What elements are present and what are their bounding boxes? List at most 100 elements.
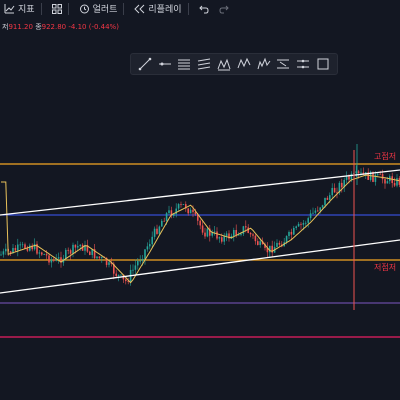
candle-body	[89, 251, 91, 255]
price-range-tool[interactable]	[295, 56, 311, 72]
candle-body	[187, 208, 189, 214]
trend-line-icon	[138, 57, 152, 71]
candle-body	[293, 227, 295, 235]
flat-top-bottom-tool[interactable]	[216, 56, 232, 72]
candle-body	[235, 230, 237, 235]
redo-icon	[219, 5, 229, 13]
candle-body	[96, 256, 98, 259]
candle-body	[33, 243, 36, 250]
undo-button[interactable]	[198, 0, 209, 17]
candle-body	[297, 223, 300, 227]
candle-body	[79, 244, 81, 247]
candle-body	[393, 183, 396, 186]
candle-body	[307, 218, 309, 223]
candle-body	[74, 244, 77, 248]
candle-body	[163, 220, 165, 222]
price-chart[interactable]	[0, 85, 400, 400]
candle-body	[379, 173, 381, 175]
candle-body	[19, 244, 21, 246]
horizontal-ray-tool[interactable]	[157, 56, 173, 72]
ohlc-readout: 저911.20 종922.80 -4.10 (-0.44%)	[2, 22, 119, 32]
candle-body	[67, 249, 69, 251]
candle-body	[269, 245, 271, 253]
layout-button[interactable]	[51, 0, 62, 17]
candle-body	[201, 225, 204, 233]
candle-body	[252, 234, 254, 236]
candle-body	[199, 220, 201, 226]
candle-body	[115, 273, 117, 276]
candle-body	[288, 231, 290, 237]
candle-body	[295, 226, 297, 228]
elliott-wave-icon	[257, 57, 271, 70]
candle-body	[329, 195, 331, 200]
candle-body	[17, 244, 19, 251]
candle-body	[29, 245, 31, 251]
candle-body	[381, 173, 384, 180]
candle-body	[249, 232, 252, 235]
xabcd-pattern-icon	[237, 57, 251, 69]
candle-body	[189, 209, 192, 214]
candle-body	[26, 248, 29, 251]
channel-lower-line[interactable]	[0, 239, 400, 294]
toolbar-divider	[123, 2, 125, 15]
candle-body	[254, 235, 257, 242]
candle-body	[65, 249, 67, 259]
candle-body	[221, 237, 223, 242]
candle-body	[386, 181, 389, 184]
candle-body	[309, 213, 312, 219]
candle-body	[245, 226, 247, 228]
candle-body	[324, 197, 326, 206]
trend-line-tool[interactable]	[137, 56, 153, 72]
high-level-label: 고점저	[374, 152, 397, 161]
parallel-channel-tool[interactable]	[176, 56, 192, 72]
undo-icon	[198, 5, 209, 13]
replay-button[interactable]: 리플레이	[134, 0, 182, 17]
toolbar-divider	[187, 2, 189, 15]
candle-body	[2, 251, 5, 255]
candle-body	[117, 274, 120, 276]
candle-body	[177, 204, 180, 209]
candle-body	[120, 274, 122, 276]
candle-body	[333, 187, 336, 193]
flat-top-bottom-icon	[217, 58, 231, 71]
rewind-icon	[134, 4, 145, 13]
candle-body	[319, 207, 321, 211]
regression-trend-tool[interactable]	[196, 56, 212, 72]
date-range-icon	[277, 59, 290, 69]
candle-body	[139, 260, 141, 262]
candle-body	[317, 210, 319, 212]
candle-body	[348, 176, 350, 180]
parallel-channel-icon	[178, 59, 191, 70]
candle-body	[108, 262, 110, 265]
candle-body	[242, 226, 245, 234]
candle-body	[14, 248, 17, 251]
candle-body	[0, 254, 2, 256]
replay-label: 리플레이	[148, 5, 182, 15]
alert-button[interactable]: 얼러트	[79, 0, 118, 17]
candle-body	[5, 248, 7, 252]
candle-body	[137, 261, 139, 266]
indicators-button[interactable]: 지표	[4, 0, 35, 17]
candle-body	[305, 222, 307, 224]
grid-icon	[51, 3, 62, 14]
candle-body	[357, 171, 360, 173]
candle-body	[98, 256, 101, 259]
xabcd-pattern-tool[interactable]	[236, 56, 252, 72]
candle-body	[374, 174, 377, 182]
candle-body	[69, 250, 72, 254]
rectangle-tool[interactable]	[315, 56, 331, 72]
candle-body	[48, 255, 50, 263]
date-range-tool[interactable]	[275, 56, 291, 72]
candle-body	[132, 269, 134, 271]
candle-body	[321, 205, 324, 208]
candle-body	[141, 258, 144, 261]
change-value: -4.10 (-0.44%)	[68, 23, 119, 31]
candle-body	[53, 259, 55, 261]
candle-body	[168, 210, 170, 214]
alert-label: 얼러트	[92, 5, 118, 15]
redo-button[interactable]	[219, 0, 229, 17]
rectangle-icon	[317, 58, 329, 70]
price-range-icon	[297, 59, 310, 69]
candle-body	[125, 279, 127, 282]
elliott-wave-tool[interactable]	[256, 56, 272, 72]
